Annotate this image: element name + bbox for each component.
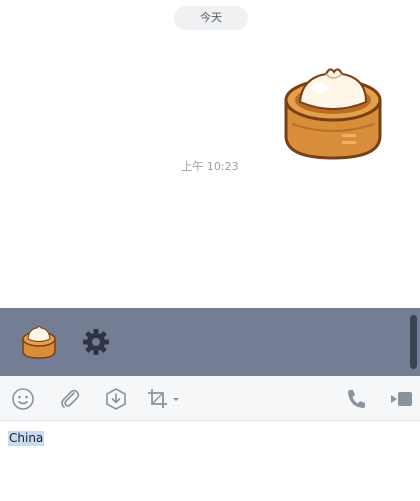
phone-icon xyxy=(348,390,365,408)
message-input-text[interactable]: China xyxy=(8,431,45,446)
attach-file-button[interactable] xyxy=(58,387,82,411)
message-input-area[interactable] xyxy=(0,421,420,501)
voice-call-button[interactable] xyxy=(345,387,367,411)
smiley-icon xyxy=(12,388,34,410)
screenshot-button[interactable] xyxy=(146,387,182,411)
sticker-panel-scrollbar[interactable] xyxy=(410,315,417,369)
message-timestamp: 上午 10:23 xyxy=(181,160,239,173)
date-separator: 今天 xyxy=(174,6,248,30)
chevron-down-icon xyxy=(173,398,179,401)
save-button[interactable] xyxy=(104,387,128,411)
video-call-button[interactable] xyxy=(389,387,413,411)
emoji-button[interactable] xyxy=(11,387,35,411)
sticker-panel xyxy=(0,308,420,376)
steamed-bun-sticker-icon xyxy=(284,68,382,160)
chat-history: 今天 上午 10:23 xyxy=(0,0,420,308)
sticker-tab-steamed-bun[interactable] xyxy=(20,324,58,360)
sticker-settings-button[interactable] xyxy=(82,328,110,356)
crop-icon xyxy=(148,389,179,408)
paperclip-icon xyxy=(61,389,80,408)
download-hexagon-icon xyxy=(106,388,126,410)
gear-icon xyxy=(83,329,109,355)
video-camera-icon xyxy=(391,392,412,406)
sticker-message[interactable] xyxy=(282,64,384,162)
steamed-bun-sticker-icon xyxy=(22,326,56,359)
